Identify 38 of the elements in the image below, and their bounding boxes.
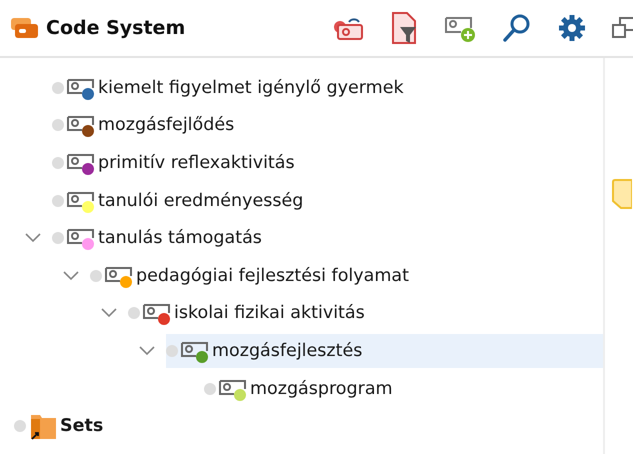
filter-document-icon[interactable] — [389, 11, 419, 45]
tree-item[interactable]: tanulói eredményesség — [52, 184, 603, 218]
status-dot-icon — [52, 119, 64, 132]
status-dot-icon — [14, 420, 26, 432]
expand-chevron-icon[interactable] — [25, 233, 41, 244]
expand-chevron-icon[interactable] — [63, 270, 79, 281]
window-icon[interactable] — [611, 15, 633, 41]
code-label: tanulói eredményesség — [98, 190, 304, 211]
status-dot-icon — [52, 156, 64, 169]
tree-item[interactable]: primitív reflexaktivitás — [52, 146, 603, 180]
settings-icon[interactable] — [557, 13, 587, 43]
status-dot-icon — [204, 382, 216, 395]
panel-title: Code System — [46, 17, 186, 39]
code-label: mozgásprogram — [250, 378, 393, 399]
tree-item[interactable]: tanulás támogatás — [52, 221, 603, 256]
status-dot-icon — [52, 82, 64, 94]
status-dot-icon — [90, 270, 102, 282]
status-dot-icon — [52, 232, 64, 244]
sets-label[interactable]: Sets — [60, 416, 104, 436]
code-label: pedagógiai fejlesztési folyamat — [136, 266, 409, 286]
code-label: primitív reflexaktivitás — [98, 152, 295, 173]
tree-item[interactable]: kiemelt figyelmet igénylő gyermek — [52, 70, 603, 105]
code-label: mozgásfejlődés — [98, 115, 234, 136]
status-dot-icon — [52, 194, 64, 207]
status-dot-icon — [166, 344, 178, 357]
expand-chevron-icon[interactable] — [101, 308, 117, 318]
code-label: mozgásfejlesztés — [212, 340, 362, 361]
tree-item[interactable]: mozgásfejlesztés — [166, 334, 603, 368]
tree-item[interactable]: mozgásprogram — [204, 372, 603, 406]
tree-item[interactable]: iskolai fizikai aktivitás — [128, 296, 603, 330]
expand-chevron-icon[interactable] — [139, 346, 155, 356]
tree-item[interactable]: pedagógiai fejlesztési folyamat — [90, 258, 603, 293]
tree-item[interactable]: mozgásfejlődés — [52, 108, 603, 142]
code-label: kiemelt figyelmet igénylő gyermek — [98, 78, 404, 98]
code-label: tanulás támogatás — [98, 228, 262, 248]
status-dot-icon — [128, 307, 140, 320]
code-label: iskolai fizikai aktivitás — [174, 303, 365, 324]
code-system-icon — [10, 16, 40, 40]
